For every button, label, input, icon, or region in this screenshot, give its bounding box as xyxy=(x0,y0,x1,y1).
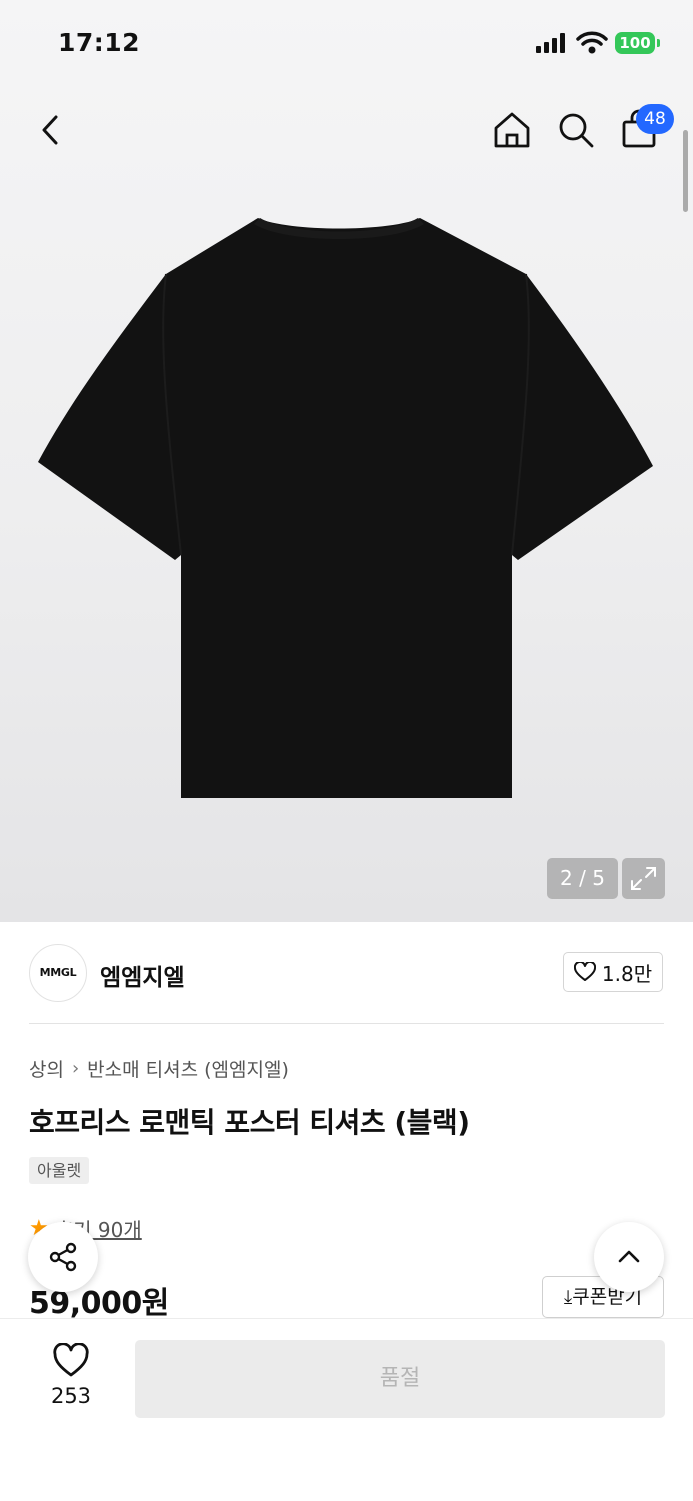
cart-count-badge: 48 xyxy=(636,104,674,134)
product-title: 호프리스 로맨틱 포스터 티셔츠 (블랙) xyxy=(29,1106,470,1139)
product-image[interactable] xyxy=(38,210,654,802)
breadcrumb: 상의 › 반소매 티셔츠 (엠엠지엘) xyxy=(29,1055,289,1082)
brand-favorite-count: 1.8만 xyxy=(601,961,653,986)
brand-logo[interactable]: MMGL xyxy=(29,944,87,1002)
image-counter: 2 / 5 xyxy=(547,858,618,899)
product-tag: 아울렛 xyxy=(29,1157,90,1184)
divider xyxy=(29,1023,664,1024)
like-count: 253 xyxy=(50,1384,92,1408)
scrollbar[interactable] xyxy=(683,130,688,212)
breadcrumb-subcategory[interactable]: 반소매 티셔츠 (엠엠지엘) xyxy=(87,1055,289,1082)
home-icon[interactable] xyxy=(490,108,534,152)
chevron-up-icon xyxy=(618,1250,640,1263)
chevron-right-icon: › xyxy=(71,1058,80,1079)
wifi-icon xyxy=(576,31,608,54)
breadcrumb-category[interactable]: 상의 xyxy=(29,1055,64,1082)
heart-icon xyxy=(573,962,596,981)
expand-icon xyxy=(631,867,656,890)
status-time: 17:12 xyxy=(58,28,141,57)
signal-icon xyxy=(536,33,565,53)
expand-button[interactable] xyxy=(622,858,665,899)
heart-icon[interactable] xyxy=(52,1343,90,1379)
download-icon: ⤓ xyxy=(563,1286,573,1308)
share-button[interactable] xyxy=(28,1222,98,1292)
scroll-top-button[interactable] xyxy=(594,1222,664,1292)
brand-favorite-button[interactable]: 1.8만 xyxy=(563,952,663,992)
brand-name[interactable]: 엠엠지엘 xyxy=(100,958,185,992)
chevron-left-icon[interactable] xyxy=(30,108,74,152)
search-icon[interactable] xyxy=(554,108,598,152)
battery-indicator: 100 xyxy=(615,32,655,54)
battery-nub xyxy=(657,39,660,47)
buy-button[interactable]: 품절 xyxy=(135,1340,665,1418)
share-icon xyxy=(49,1242,77,1272)
